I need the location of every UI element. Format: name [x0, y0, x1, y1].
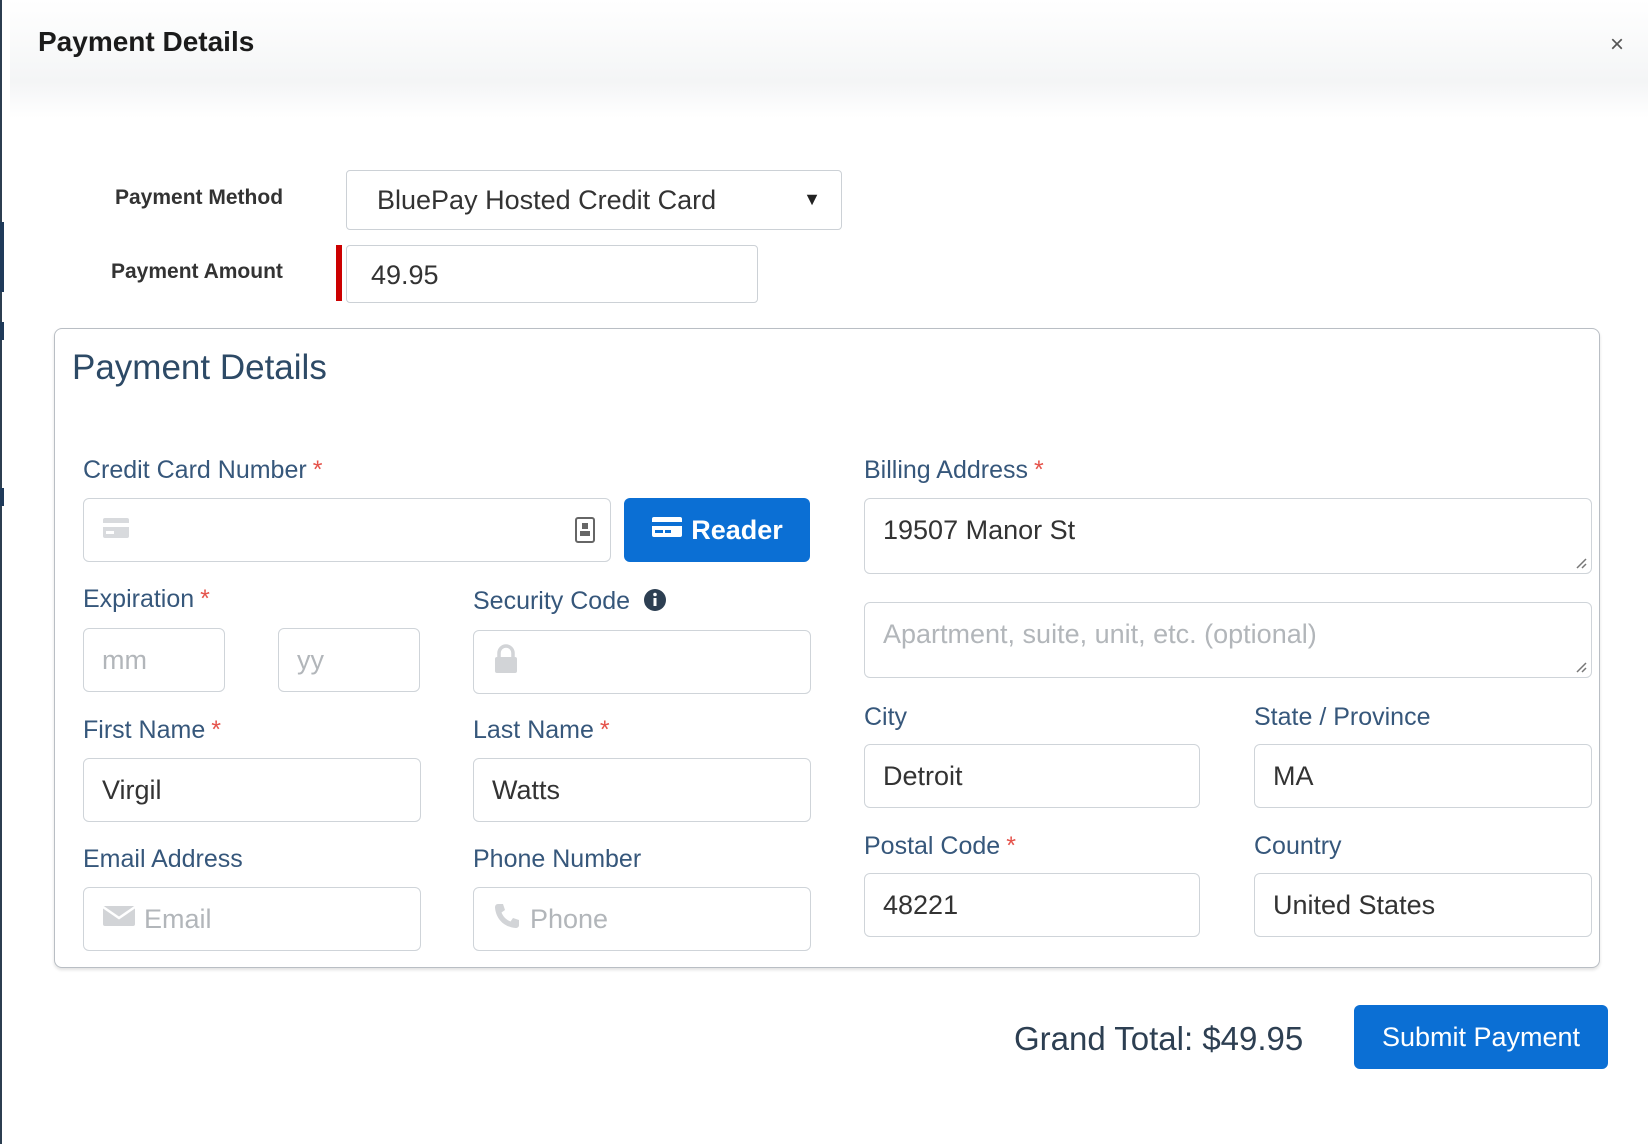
header-band: [10, 82, 1648, 118]
email-input[interactable]: Email: [83, 887, 421, 951]
state-value: MA: [1273, 760, 1314, 791]
required-asterisk: *: [599, 716, 610, 744]
modal-title: Payment Details: [38, 26, 255, 57]
billing-address-line1[interactable]: 19507 Manor St: [864, 498, 1592, 574]
background-edge-mark: [0, 488, 4, 506]
city-value: Detroit: [883, 760, 963, 791]
postal-code-value: 48221: [883, 889, 959, 920]
expiration-label: Expiration *: [83, 585, 210, 614]
required-asterisk: *: [1006, 832, 1016, 860]
required-asterisk: *: [312, 456, 323, 484]
phone-label: Phone Number: [473, 845, 642, 873]
billing-address-label-text: Billing Address: [864, 456, 1028, 484]
close-button[interactable]: ×: [1600, 28, 1634, 62]
envelope-icon: [102, 904, 136, 935]
first-name-label-text: First Name: [83, 716, 206, 744]
submit-payment-label: Submit Payment: [1381, 1021, 1581, 1052]
phone-icon: [492, 901, 522, 938]
caret-down-icon: ▼: [803, 189, 821, 209]
payment-amount-input[interactable]: 49.95: [346, 245, 758, 303]
state-input[interactable]: MA: [1254, 744, 1592, 808]
card-reader-label: Reader: [691, 514, 783, 545]
security-code-label-text: Security Code: [473, 587, 631, 615]
expiration-year-placeholder: yy: [297, 644, 324, 675]
resize-handle-icon[interactable]: [1573, 555, 1587, 569]
required-indicator: [336, 245, 342, 301]
expiration-month-placeholder: mm: [102, 644, 147, 675]
billing-address-line1-value: 19507 Manor St: [883, 515, 1076, 545]
email-label: Email Address: [83, 845, 243, 873]
postal-code-input[interactable]: 48221: [864, 873, 1200, 937]
required-asterisk: *: [1033, 456, 1044, 484]
required-asterisk: *: [211, 716, 221, 744]
billing-address-label: Billing Address *: [864, 456, 1044, 485]
info-icon[interactable]: [643, 588, 667, 619]
city-label: City: [864, 703, 908, 731]
city-input[interactable]: Detroit: [864, 744, 1200, 808]
last-name-value: Watts: [492, 774, 561, 805]
postal-code-label: Postal Code *: [864, 832, 1016, 861]
grand-total: Grand Total: $49.95: [1014, 1020, 1304, 1057]
resize-handle-icon[interactable]: [1573, 659, 1587, 673]
email-placeholder: Email: [144, 903, 212, 934]
credit-card-label-text: Credit Card Number: [83, 456, 307, 484]
panel-title: Payment Details: [72, 348, 327, 387]
required-asterisk: *: [200, 585, 210, 613]
card-reader-button[interactable]: Reader: [624, 498, 810, 562]
last-name-label-text: Last Name: [473, 716, 594, 744]
card-reader-icon: [651, 515, 683, 546]
payment-method-value: BluePay Hosted Credit Card: [377, 185, 717, 215]
expiration-label-text: Expiration: [83, 585, 195, 613]
security-code-input[interactable]: [473, 630, 811, 694]
phone-placeholder: Phone: [530, 903, 609, 934]
phone-input[interactable]: Phone: [473, 887, 811, 951]
autofill-contact-icon[interactable]: [574, 517, 596, 550]
country-input[interactable]: United States: [1254, 873, 1592, 937]
first-name-label: First Name *: [83, 716, 221, 745]
country-label: Country: [1254, 832, 1342, 860]
first-name-value: Virgil: [102, 774, 162, 805]
credit-card-icon: [102, 515, 130, 546]
expiration-month-input[interactable]: mm: [83, 628, 225, 692]
country-value: United States: [1273, 889, 1436, 920]
background-edge: [0, 0, 2, 1144]
payment-amount-value: 49.95: [371, 260, 439, 290]
modal-header: Payment Details ×: [10, 0, 1648, 83]
billing-address-line2-placeholder: Apartment, suite, unit, etc. (optional): [883, 619, 1317, 649]
state-label: State / Province: [1254, 703, 1431, 731]
expiration-year-input[interactable]: yy: [278, 628, 420, 692]
submit-payment-button[interactable]: Submit Payment: [1354, 1005, 1608, 1069]
payment-amount-label: Payment Amount: [111, 260, 283, 283]
last-name-input[interactable]: Watts: [473, 758, 811, 822]
credit-card-label: Credit Card Number *: [83, 456, 322, 485]
postal-code-label-text: Postal Code: [864, 832, 1001, 860]
first-name-input[interactable]: Virgil: [83, 758, 421, 822]
lock-icon: [492, 643, 520, 681]
payment-method-label: Payment Method: [115, 186, 284, 209]
credit-card-input[interactable]: [83, 498, 611, 562]
last-name-label: Last Name *: [473, 716, 610, 745]
payment-method-select[interactable]: BluePay Hosted Credit Card ▼: [346, 170, 842, 230]
security-code-label: Security Code: [473, 587, 667, 619]
background-edge-mark: [0, 322, 4, 340]
billing-address-line2[interactable]: Apartment, suite, unit, etc. (optional): [864, 602, 1592, 678]
background-edge-mark: [0, 222, 4, 292]
